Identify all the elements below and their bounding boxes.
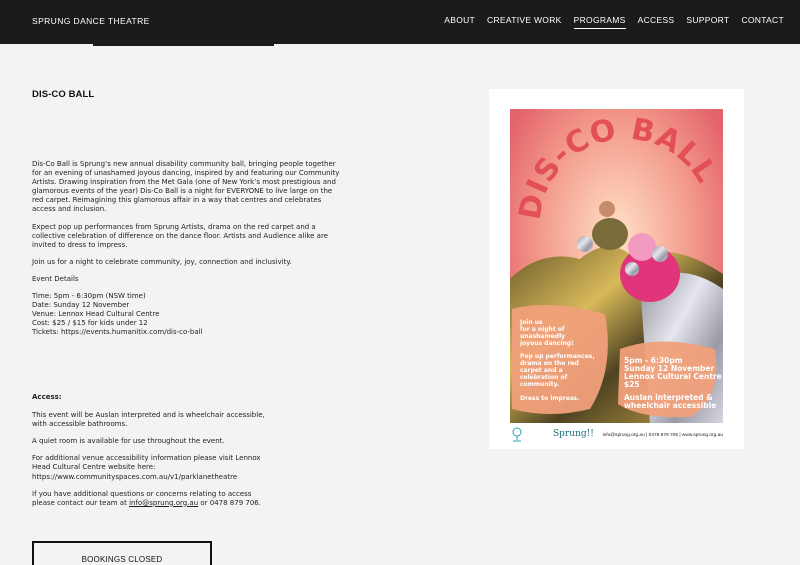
poster-text-line: for a night of <box>520 326 565 333</box>
bookings-label: BOOKINGS CLOSED <box>81 555 163 564</box>
poster-text-line: carpet and a <box>520 367 563 374</box>
poster-text-line: community. <box>520 381 559 388</box>
access-heading: Access: <box>32 393 62 401</box>
event-poster: DIS-CO BALL Join us for a night of unash… <box>489 89 744 449</box>
poster-text-line: celebration of <box>520 374 568 381</box>
intro-paragraph: Expect pop up performances from Sprung A… <box>32 222 328 249</box>
bookings-closed-button[interactable]: BOOKINGS CLOSED <box>32 541 212 565</box>
nav-item-about[interactable]: ABOUT <box>444 15 475 29</box>
access-section: Access: This event will be Auslan interp… <box>32 393 272 516</box>
page-title: DIS-CO BALL <box>32 89 95 100</box>
email-link[interactable]: info@sprung.org.au <box>129 499 198 507</box>
poster-text-line: Pop up performances, <box>520 353 595 360</box>
tree-logo-icon <box>512 427 522 442</box>
poster-text-line: wheelchair accessible <box>624 401 716 410</box>
disco-ball <box>577 236 593 252</box>
site-header: SPRUNG DANCE THEATRE ABOUT CREATIVE WORK… <box>0 0 800 44</box>
dancer-head <box>599 201 615 217</box>
header-accent-bar <box>93 44 274 46</box>
poster-text-line: joyous dancing! <box>519 340 574 347</box>
event-cost: Cost: $25 / $15 for kids under 12 <box>32 319 148 328</box>
disco-ball <box>625 262 639 276</box>
poster-text-line: Dress to impress. <box>520 395 579 402</box>
nav-item-access[interactable]: ACCESS <box>638 15 675 29</box>
poster-contact: info@sprung.org.au | 0478 879 706 | www.… <box>602 433 723 438</box>
poster-text-line: unashamedly <box>520 333 565 340</box>
poster-footer: Sprung!! info@sprung.org.au | 0478 879 7… <box>510 423 723 449</box>
access-contact: If you have additional questions or conc… <box>32 490 272 508</box>
site-brand[interactable]: SPRUNG DANCE THEATRE <box>32 16 150 26</box>
poster-artwork: DIS-CO BALL Join us for a night of unash… <box>510 109 723 423</box>
intro-paragraph: Dis-Co Ball is Sprung’s new annual disab… <box>32 160 340 214</box>
event-description: Dis-Co Ball is Sprung’s new annual disab… <box>32 160 342 338</box>
access-phone: or 0478 879 706. <box>198 498 261 507</box>
sprung-logo: Sprung!! <box>553 429 594 439</box>
poster-illustration: DIS-CO BALL Join us for a night of unash… <box>510 109 723 423</box>
event-tickets: Tickets: https://events.humanitix.com/di… <box>32 328 203 337</box>
nav-item-support[interactable]: SUPPORT <box>686 15 729 29</box>
poster-text-line: Join us <box>519 319 543 326</box>
poster-text-line: drama on the red <box>520 360 579 367</box>
poster-text-line: $25 <box>624 380 640 389</box>
event-venue: Venue: Lennox Head Cultural Centre <box>32 310 160 319</box>
event-details-heading: Event Details <box>32 274 79 283</box>
intro-paragraph: Join us for a night to celebrate communi… <box>32 257 292 266</box>
access-paragraph: For additional venue accessibility infor… <box>32 454 261 481</box>
nav-item-programs[interactable]: PROGRAMS <box>573 15 626 29</box>
main-nav: ABOUT CREATIVE WORK PROGRAMS ACCESS SUPP… <box>432 15 784 29</box>
access-paragraph: This event will be Auslan interpreted an… <box>32 411 265 429</box>
pink-hair <box>628 233 656 261</box>
nav-item-creative-work[interactable]: CREATIVE WORK <box>487 15 562 29</box>
nav-item-contact[interactable]: CONTACT <box>741 15 784 29</box>
dancer-body <box>592 218 628 250</box>
event-details: Time: 5pm - 6:30pm (NSW time) Date: Sund… <box>32 292 342 337</box>
disco-ball <box>652 246 668 262</box>
event-time: Time: 5pm - 6:30pm (NSW time) <box>32 292 146 301</box>
access-paragraph: A quiet room is available for use throug… <box>32 437 225 446</box>
event-date: Date: Sunday 12 November <box>32 301 130 310</box>
